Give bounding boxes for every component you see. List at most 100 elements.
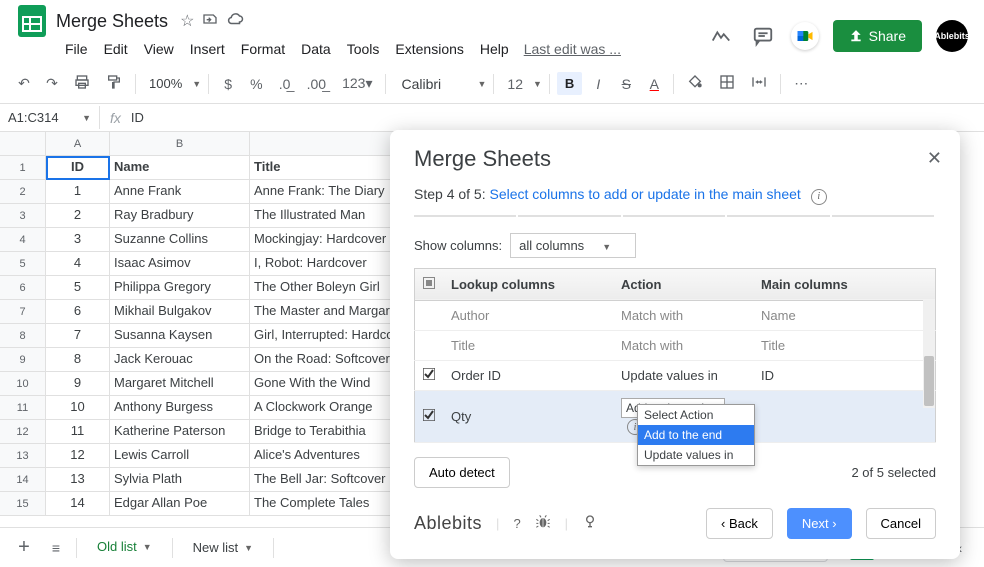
back-button[interactable]: ‹ Back bbox=[706, 508, 773, 539]
cell[interactable]: 11 bbox=[46, 420, 110, 444]
row-header[interactable]: 13 bbox=[0, 444, 46, 468]
menu-data[interactable]: Data bbox=[294, 37, 338, 61]
cell[interactable]: Anne Frank bbox=[110, 180, 250, 204]
menu-format[interactable]: Format bbox=[234, 37, 292, 61]
more-icon[interactable]: ⋯ bbox=[788, 70, 814, 97]
row-checkbox[interactable] bbox=[415, 330, 444, 360]
fx-value[interactable]: ID bbox=[131, 110, 144, 125]
auto-detect-button[interactable]: Auto detect bbox=[414, 457, 510, 488]
help-icon[interactable]: ? bbox=[513, 516, 520, 531]
font-select[interactable]: Calibri bbox=[393, 72, 473, 96]
fill-color-icon[interactable] bbox=[681, 69, 709, 98]
sheet-tab-new-list[interactable]: New list▼ bbox=[181, 532, 265, 563]
name-box[interactable]: A1:C314▼ bbox=[0, 106, 100, 129]
cell[interactable]: 1 bbox=[46, 180, 110, 204]
settings-icon[interactable] bbox=[582, 514, 598, 533]
dec-increase-icon[interactable]: .00̲ bbox=[301, 71, 332, 97]
currency-icon[interactable]: $ bbox=[216, 71, 240, 97]
table-row[interactable]: AuthorMatch withName bbox=[415, 300, 936, 330]
borders-icon[interactable] bbox=[713, 69, 741, 98]
cell[interactable]: 14 bbox=[46, 492, 110, 516]
row-header[interactable]: 8 bbox=[0, 324, 46, 348]
row-header[interactable]: 4 bbox=[0, 228, 46, 252]
cell[interactable]: 7 bbox=[46, 324, 110, 348]
th-main[interactable]: Main columns bbox=[753, 268, 936, 300]
cell[interactable]: 8 bbox=[46, 348, 110, 372]
bold-icon[interactable]: B bbox=[557, 72, 582, 95]
cell[interactable]: 9 bbox=[46, 372, 110, 396]
row-header[interactable]: 2 bbox=[0, 180, 46, 204]
all-sheets-icon[interactable]: ≡ bbox=[44, 535, 68, 561]
more-formats-icon[interactable]: 123▾ bbox=[336, 70, 378, 97]
row-header[interactable]: 12 bbox=[0, 420, 46, 444]
cell[interactable]: Susanna Kaysen bbox=[110, 324, 250, 348]
cell[interactable]: Sylvia Plath bbox=[110, 468, 250, 492]
cell[interactable]: Suzanne Collins bbox=[110, 228, 250, 252]
cell[interactable]: Katherine Paterson bbox=[110, 420, 250, 444]
doc-title[interactable]: Merge Sheets bbox=[56, 11, 168, 32]
share-button[interactable]: Share bbox=[833, 20, 922, 52]
cell[interactable]: 2 bbox=[46, 204, 110, 228]
row-header[interactable]: 14 bbox=[0, 468, 46, 492]
cell[interactable]: Mikhail Bulgakov bbox=[110, 300, 250, 324]
print-icon[interactable] bbox=[68, 69, 96, 98]
row-header[interactable]: 10 bbox=[0, 372, 46, 396]
show-columns-select[interactable]: all columns ▼ bbox=[510, 233, 636, 258]
font-size[interactable]: 12 bbox=[501, 71, 529, 97]
table-row[interactable]: TitleMatch withTitle bbox=[415, 330, 936, 360]
row-header[interactable]: 9 bbox=[0, 348, 46, 372]
cell[interactable]: ID bbox=[46, 156, 110, 180]
table-scrollbar[interactable] bbox=[923, 300, 935, 408]
menu-extensions[interactable]: Extensions bbox=[388, 37, 470, 61]
dropdown-add-to-end[interactable]: Add to the end bbox=[638, 425, 754, 445]
cell[interactable]: Anthony Burgess bbox=[110, 396, 250, 420]
italic-icon[interactable]: I bbox=[586, 71, 610, 97]
cell[interactable]: Name bbox=[110, 156, 250, 180]
action-cell[interactable]: Match with bbox=[613, 300, 753, 330]
move-icon[interactable] bbox=[202, 11, 218, 32]
menu-insert[interactable]: Insert bbox=[183, 37, 232, 61]
menu-help[interactable]: Help bbox=[473, 37, 516, 61]
next-button[interactable]: Next › bbox=[787, 508, 852, 539]
strike-icon[interactable]: S bbox=[614, 71, 638, 97]
percent-icon[interactable]: % bbox=[244, 71, 268, 97]
cell[interactable]: Philippa Gregory bbox=[110, 276, 250, 300]
cell[interactable]: Margaret Mitchell bbox=[110, 372, 250, 396]
merge-icon[interactable] bbox=[745, 69, 773, 98]
paint-format-icon[interactable] bbox=[100, 69, 128, 98]
undo-icon[interactable]: ↶ bbox=[12, 70, 36, 97]
star-icon[interactable]: ☆ bbox=[180, 11, 194, 31]
text-color-icon[interactable]: A bbox=[642, 71, 666, 97]
row-header[interactable]: 1 bbox=[0, 156, 46, 180]
add-sheet-icon[interactable]: + bbox=[12, 531, 36, 564]
cell[interactable]: Lewis Carroll bbox=[110, 444, 250, 468]
action-cell[interactable]: Match with bbox=[613, 330, 753, 360]
select-all-checkbox[interactable] bbox=[415, 268, 444, 300]
comments-icon[interactable] bbox=[749, 22, 777, 50]
row-header[interactable]: 5 bbox=[0, 252, 46, 276]
cell[interactable]: Isaac Asimov bbox=[110, 252, 250, 276]
row-checkbox[interactable] bbox=[415, 390, 444, 443]
row-header[interactable]: 7 bbox=[0, 300, 46, 324]
meet-button[interactable] bbox=[791, 22, 819, 50]
cell[interactable]: Ray Bradbury bbox=[110, 204, 250, 228]
col-header-b[interactable]: B bbox=[110, 132, 250, 156]
table-row[interactable]: Order IDUpdate values inID bbox=[415, 360, 936, 390]
step-link[interactable]: Select columns to add or update in the m… bbox=[490, 186, 801, 202]
cell[interactable]: Edgar Allan Poe bbox=[110, 492, 250, 516]
sheets-logo[interactable] bbox=[12, 1, 52, 41]
dec-decrease-icon[interactable]: .0̲ bbox=[273, 71, 297, 97]
th-action[interactable]: Action bbox=[613, 268, 753, 300]
avatar[interactable]: Ablebits bbox=[936, 20, 968, 52]
row-header[interactable]: 3 bbox=[0, 204, 46, 228]
cell[interactable]: 13 bbox=[46, 468, 110, 492]
row-header[interactable]: 11 bbox=[0, 396, 46, 420]
row-checkbox[interactable] bbox=[415, 360, 444, 390]
cancel-button[interactable]: Cancel bbox=[866, 508, 936, 539]
info-icon[interactable]: i bbox=[811, 189, 827, 205]
row-header[interactable]: 6 bbox=[0, 276, 46, 300]
row-checkbox[interactable] bbox=[415, 300, 444, 330]
col-header-a[interactable]: A bbox=[46, 132, 110, 156]
cell[interactable]: 4 bbox=[46, 252, 110, 276]
action-cell[interactable]: Update values in bbox=[613, 360, 753, 390]
